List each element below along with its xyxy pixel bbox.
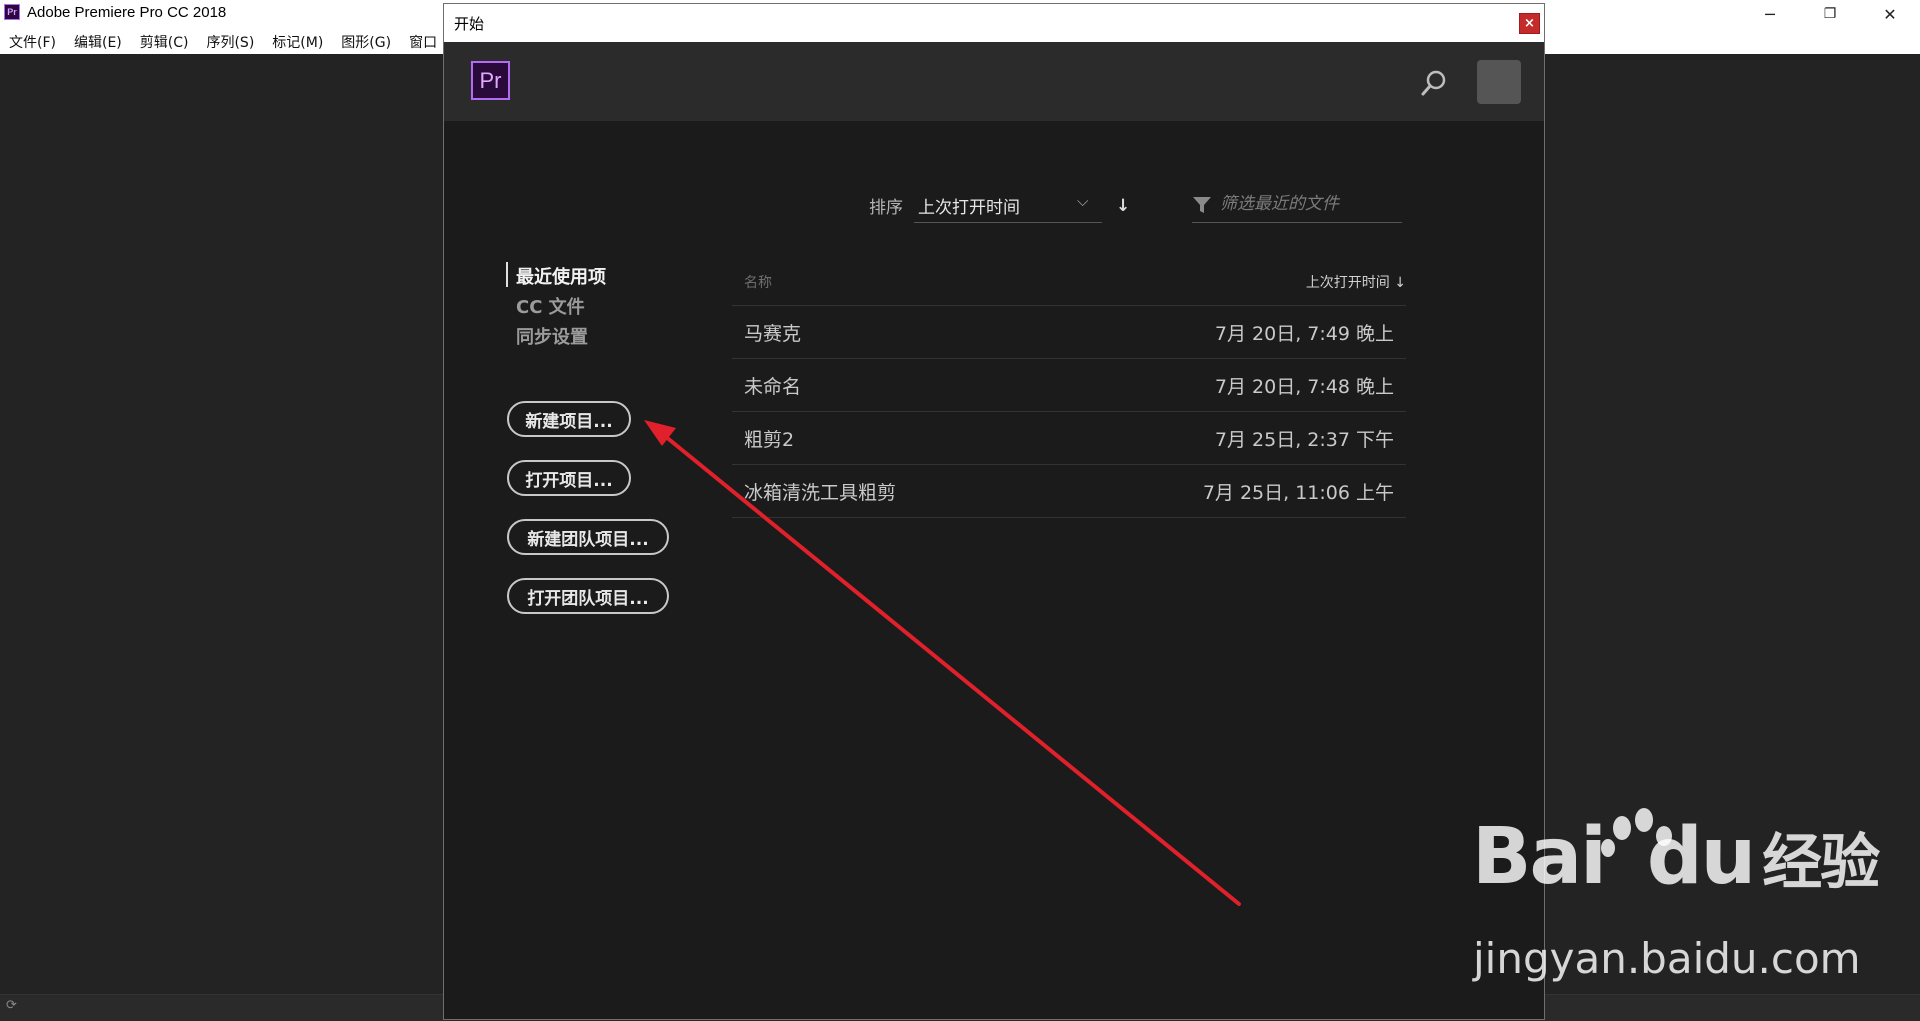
column-header-last-opened-label: 上次打开时间 (1305, 275, 1390, 291)
filter-recent-files-input[interactable] (1220, 192, 1400, 216)
project-name: 未命名 (744, 376, 802, 398)
nav-sync-settings[interactable]: 同步设置 (516, 323, 588, 349)
menu-marker[interactable]: 标记(M) (263, 28, 332, 54)
menu-edit[interactable]: 编辑(E) (65, 28, 131, 54)
project-name: 冰箱清洗工具粗剪 (744, 482, 897, 504)
minimize-icon[interactable]: ─ (1740, 0, 1800, 28)
sort-direction-arrow-icon[interactable]: ↓ (1116, 196, 1130, 216)
menu-graphics[interactable]: 图形(G) (332, 28, 400, 54)
project-last-opened: 7月 20日, 7:48 晚上 (1214, 376, 1394, 398)
open-project-button[interactable]: 打开项目... (507, 460, 631, 496)
sort-down-arrow-icon: ↓ (1394, 275, 1406, 291)
creative-cloud-sync-icon[interactable]: ⟳ (6, 998, 22, 1014)
dialog-title: 开始 (454, 15, 485, 33)
menu-clip[interactable]: 剪辑(C) (131, 28, 198, 54)
recent-files-table: 名称 上次打开时间 ↓ 马赛克 7月 20日, 7:49 晚上 未命名 7月 2… (732, 262, 1406, 518)
project-last-opened: 7月 25日, 2:37 下午 (1214, 429, 1394, 451)
table-row[interactable]: 未命名 7月 20日, 7:48 晚上 (732, 359, 1406, 412)
table-row[interactable]: 冰箱清洗工具粗剪 7月 25日, 11:06 上午 (732, 465, 1406, 518)
window-close-icon[interactable]: ✕ (1860, 0, 1920, 28)
table-header: 名称 上次打开时间 ↓ (732, 262, 1406, 306)
start-dialog: 开始 × Pr 排序 上次打开时间 ⌵ ↓ 最近使用项 CC 文件 同步设置 新… (443, 3, 1545, 1020)
project-last-opened: 7月 25日, 11:06 上午 (1202, 482, 1394, 504)
premiere-logo: Pr (471, 61, 510, 100)
filter-box (1192, 188, 1402, 223)
open-team-project-button[interactable]: 打开团队项目... (507, 578, 669, 614)
sort-dropdown[interactable]: 上次打开时间 ⌵ (914, 188, 1102, 223)
search-icon[interactable] (1419, 68, 1449, 98)
project-name: 马赛克 (744, 323, 802, 345)
menu-window[interactable]: 窗口 (400, 28, 446, 54)
project-name: 粗剪2 (744, 429, 795, 451)
new-project-button[interactable]: 新建项目... (507, 401, 631, 437)
menu-file[interactable]: 文件(F) (0, 28, 65, 54)
watermark-product: 经验 (1762, 828, 1880, 898)
watermark-brand: Bai (1472, 812, 1607, 902)
new-team-project-button[interactable]: 新建团队项目... (507, 519, 669, 555)
premiere-app-icon: Pr (4, 4, 20, 20)
chevron-down-icon: ⌵ (1077, 192, 1089, 210)
menu-sequence[interactable]: 序列(S) (197, 28, 263, 54)
table-row[interactable]: 粗剪2 7月 25日, 2:37 下午 (732, 412, 1406, 465)
column-header-last-opened[interactable]: 上次打开时间 ↓ (1306, 272, 1406, 292)
table-row[interactable]: 马赛克 7月 20日, 7:49 晚上 (732, 306, 1406, 359)
app-title: Adobe Premiere Pro CC 2018 (27, 4, 227, 21)
project-last-opened: 7月 20日, 7:49 晚上 (1214, 323, 1394, 345)
watermark-url: jingyan.baidu.com (1473, 934, 1861, 983)
nav-recent[interactable]: 最近使用项 (516, 263, 606, 289)
sort-dropdown-value: 上次打开时间 (918, 198, 1020, 218)
dialog-header (444, 42, 1544, 121)
nav-cc-files[interactable]: CC 文件 (516, 293, 585, 319)
column-header-name[interactable]: 名称 (744, 272, 772, 292)
user-avatar[interactable] (1477, 60, 1521, 104)
restore-icon[interactable]: ❐ (1800, 0, 1860, 28)
baidu-paw-icon (1601, 808, 1672, 857)
filter-funnel-icon (1193, 197, 1211, 213)
dialog-title-bar (444, 4, 1544, 42)
nav-active-indicator (506, 262, 508, 287)
sort-label: 排序 (869, 198, 903, 218)
dialog-close-button[interactable]: × (1519, 13, 1540, 34)
